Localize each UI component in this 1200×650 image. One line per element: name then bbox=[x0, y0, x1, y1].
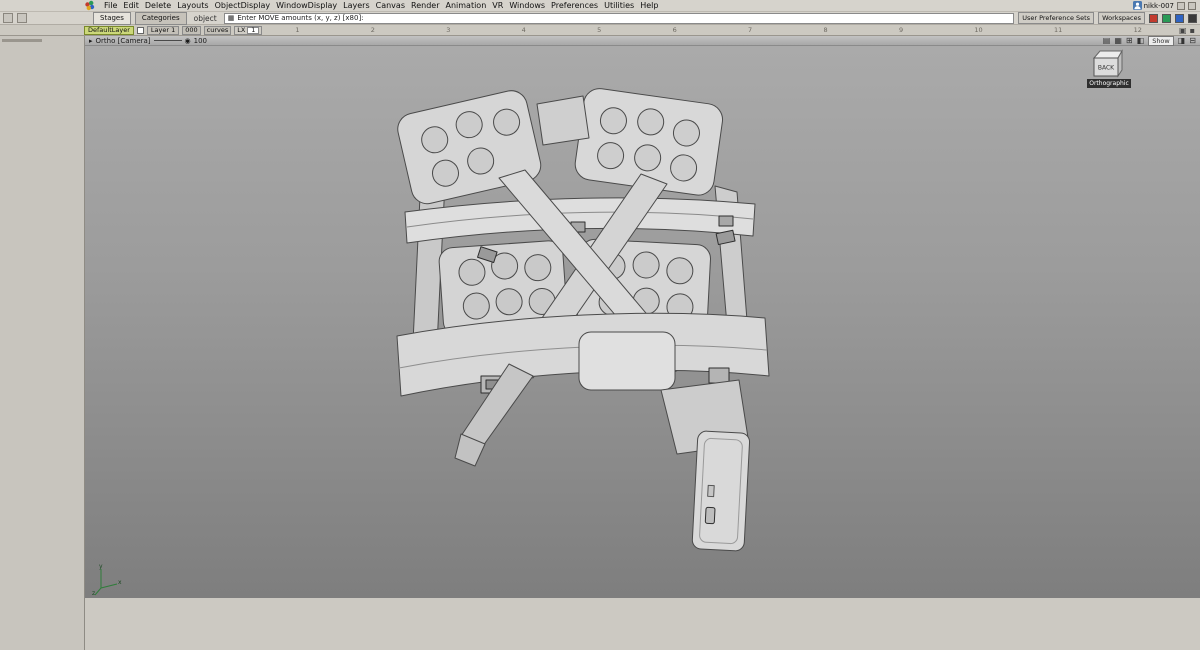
view-cube[interactable]: BACK Orthographic bbox=[1090, 48, 1128, 88]
promptline-grid-icon: ▦ bbox=[228, 14, 235, 22]
ruler-tick: 11 bbox=[1054, 26, 1062, 34]
promptline-text: Enter MOVE amounts (x, y, z) [x80]: bbox=[237, 14, 363, 22]
left-panel bbox=[0, 36, 85, 650]
ruler-tick: 12 bbox=[1134, 26, 1142, 34]
split-right-icon[interactable]: ◨ bbox=[1178, 36, 1186, 45]
view-cube-face-label: BACK bbox=[1098, 65, 1115, 72]
layout-icon[interactable]: ▤ bbox=[1103, 36, 1111, 45]
layerbar-right-icons: ▣ ▪ bbox=[1179, 26, 1200, 35]
menu-help[interactable]: Help bbox=[637, 1, 661, 10]
user-preference-sets-button[interactable]: User Preference Sets bbox=[1018, 12, 1094, 24]
user-icon bbox=[1133, 1, 1142, 10]
lx-field-group: LX 1 bbox=[234, 26, 262, 35]
tool-icon-green[interactable] bbox=[1162, 14, 1171, 23]
menu-windows[interactable]: Windows bbox=[506, 1, 548, 10]
projection-mode-label[interactable]: Orthographic bbox=[1087, 79, 1131, 88]
ruler-tick: 6 bbox=[673, 26, 677, 34]
axis-triad: y x z bbox=[92, 562, 124, 596]
menu-render[interactable]: Render bbox=[408, 1, 442, 10]
ruler-tick: 5 bbox=[597, 26, 601, 34]
promptline-scroll-down-icon[interactable] bbox=[17, 13, 27, 23]
menu-preferences[interactable]: Preferences bbox=[548, 1, 601, 10]
window-button-2[interactable] bbox=[1188, 2, 1196, 10]
layer-1-button[interactable]: Layer 1 bbox=[147, 26, 179, 35]
promptline-input[interactable]: ▦ Enter MOVE amounts (x, y, z) [x80]: bbox=[224, 13, 1014, 24]
curves-field[interactable]: curves bbox=[204, 26, 232, 35]
fit-view-icon[interactable]: ⊞ bbox=[1126, 36, 1133, 45]
tool-icon-red[interactable] bbox=[1149, 14, 1158, 23]
ruler-tick: 4 bbox=[522, 26, 526, 34]
default-layer-button[interactable]: DefaultLayer bbox=[84, 26, 134, 35]
tool-icon-blue[interactable] bbox=[1175, 14, 1184, 23]
layer-visibility-checkbox[interactable] bbox=[137, 27, 144, 34]
menu-edit[interactable]: Edit bbox=[120, 1, 142, 10]
split-left-icon[interactable]: ◧ bbox=[1137, 36, 1145, 45]
ruler-tick: 10 bbox=[974, 26, 982, 34]
bottom-panel bbox=[85, 597, 1200, 650]
menu-canvas[interactable]: Canvas bbox=[373, 1, 408, 10]
tab-categories[interactable]: Categories bbox=[135, 12, 187, 25]
ruler-tick: 9 bbox=[899, 26, 903, 34]
layer-bar: DefaultLayer Layer 1 000 curves LX 1 1 2… bbox=[0, 25, 1200, 36]
title-divider bbox=[154, 40, 182, 41]
viewport-toolbar-icons: ▤ ▦ ⊞ ◧ Show ◨ ⊟ bbox=[1103, 36, 1196, 46]
ruler-tick: 7 bbox=[748, 26, 752, 34]
chevron-down-icon[interactable]: ▸ bbox=[89, 37, 93, 45]
snap-icon[interactable]: ▪ bbox=[1190, 26, 1195, 35]
axis-x-label: x bbox=[118, 579, 122, 586]
grid-icon[interactable]: ▦ bbox=[1114, 36, 1122, 45]
lx-label: LX bbox=[237, 26, 245, 34]
left-panel-scrollbar[interactable] bbox=[2, 39, 42, 42]
promptline-scroll-up-icon[interactable] bbox=[3, 13, 13, 23]
ruler-tick: 3 bbox=[446, 26, 450, 34]
window-button-1[interactable] bbox=[1177, 2, 1185, 10]
view-cube-icon: BACK bbox=[1091, 48, 1127, 78]
viewport-canvas[interactable] bbox=[85, 46, 1200, 597]
show-button[interactable]: Show bbox=[1148, 36, 1174, 46]
menu-layers[interactable]: Layers bbox=[340, 1, 372, 10]
layer-counter-field[interactable]: 000 bbox=[182, 26, 200, 35]
viewport-title[interactable]: Ortho [Camera] bbox=[96, 37, 151, 45]
menu-utilities[interactable]: Utilities bbox=[601, 1, 637, 10]
menu-animation[interactable]: Animation bbox=[442, 1, 489, 10]
viewport-opacity-value: 100 bbox=[194, 37, 207, 45]
axis-y-label: y bbox=[99, 563, 103, 570]
harness-model bbox=[85, 46, 1200, 597]
ruler-tick: 1 bbox=[295, 26, 299, 34]
construction-ruler: 1 2 3 4 5 6 7 8 9 10 11 12 bbox=[295, 26, 1142, 34]
minimize-icon[interactable]: ⊟ bbox=[1189, 36, 1196, 45]
app-logo-icon[interactable] bbox=[84, 0, 95, 11]
ruler-tick: 2 bbox=[371, 26, 375, 34]
prompt-toolbar: Stages Categories object ▦ Enter MOVE am… bbox=[0, 12, 1200, 25]
workspaces-button[interactable]: Workspaces bbox=[1098, 12, 1145, 24]
ruler-tick: 8 bbox=[823, 26, 827, 34]
lx-value-input[interactable]: 1 bbox=[247, 27, 259, 34]
menu-file[interactable]: File bbox=[101, 1, 120, 10]
visibility-eye-icon[interactable]: ◉ bbox=[185, 37, 191, 45]
settings-icon[interactable]: ▣ bbox=[1179, 26, 1187, 35]
user-account[interactable]: nikk-007 bbox=[1133, 1, 1174, 10]
object-mode-label: object bbox=[194, 14, 217, 23]
axis-z-label: z bbox=[92, 590, 95, 596]
menu-objectdisplay[interactable]: ObjectDisplay bbox=[212, 1, 274, 10]
viewport-title-bar: ▸ Ortho [Camera] ◉ 100 ▤ ▦ ⊞ ◧ Show ◨ ⊟ bbox=[85, 36, 1200, 46]
menu-vr[interactable]: VR bbox=[489, 1, 506, 10]
menu-bar: File Edit Delete Layouts ObjectDisplay W… bbox=[0, 0, 1200, 12]
menu-windowdisplay[interactable]: WindowDisplay bbox=[273, 1, 340, 10]
tab-stages[interactable]: Stages bbox=[93, 12, 131, 25]
tool-icon-dark[interactable] bbox=[1188, 14, 1197, 23]
user-name-label: nikk-007 bbox=[1144, 2, 1174, 10]
menu-layouts[interactable]: Layouts bbox=[174, 1, 211, 10]
menubar-right-group: nikk-007 bbox=[1133, 1, 1200, 10]
menu-delete[interactable]: Delete bbox=[142, 1, 174, 10]
